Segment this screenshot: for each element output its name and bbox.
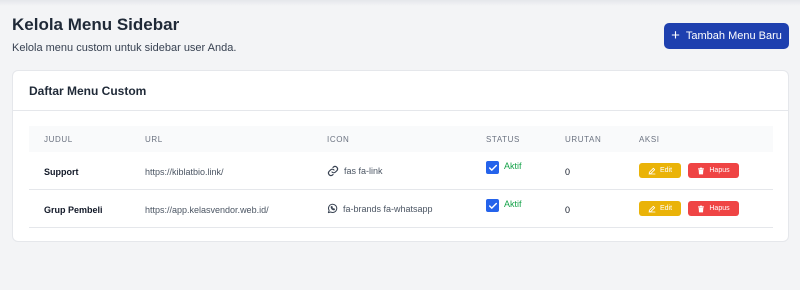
trash-icon	[698, 205, 705, 212]
cell-judul: Support	[44, 167, 79, 177]
delete-button[interactable]: Hapus	[688, 163, 739, 178]
top-shadow	[0, 0, 800, 6]
status-label: Aktif	[504, 199, 522, 209]
cell-url: https://app.kelasvendor.web.id/	[145, 205, 269, 215]
delete-button-label: Hapus	[709, 167, 730, 174]
link-icon	[327, 165, 339, 177]
status-checkbox[interactable]	[486, 199, 499, 212]
column-header-aksi: AKSI	[639, 135, 660, 144]
cell-judul: Grup Pembeli	[44, 205, 103, 215]
icon-class-text: fas fa-link	[344, 166, 383, 176]
edit-button-label: Edit	[659, 167, 673, 174]
check-icon	[488, 164, 497, 171]
cell-actions: Edit Hapus	[639, 201, 739, 216]
column-header-urutan: URUTAN	[565, 135, 602, 144]
page-subtitle: Kelola menu custom untuk sidebar user An…	[12, 42, 237, 54]
cell-actions: Edit Hapus	[639, 163, 739, 178]
icon-class-text: fa-brands fa-whatsapp	[343, 203, 433, 214]
plus-icon: +	[671, 27, 680, 44]
edit-button[interactable]: Edit	[639, 163, 681, 178]
cell-icon: fas fa-link	[327, 165, 383, 177]
column-header-status: STATUS	[486, 135, 520, 144]
cell-status: Aktif	[486, 199, 522, 212]
delete-button-label: Hapus	[709, 205, 730, 212]
page-title: Kelola Menu Sidebar	[12, 15, 180, 34]
table-row: Support https://kiblatbio.link/ fas fa-l…	[29, 152, 773, 190]
edit-button-label: Edit	[659, 205, 673, 212]
whatsapp-icon	[327, 203, 338, 214]
cell-urutan: 0	[565, 167, 571, 177]
cell-status: Aktif	[486, 161, 522, 174]
status-label: Aktif	[504, 161, 522, 171]
cell-icon: fa-brands fa-whatsapp	[327, 203, 433, 214]
column-header-judul: JUDUL	[44, 135, 73, 144]
add-menu-button[interactable]: + Tambah Menu Baru	[664, 23, 789, 49]
edit-icon	[648, 167, 656, 174]
table-row: Grup Pembeli https://app.kelasvendor.web…	[29, 190, 773, 228]
status-checkbox[interactable]	[486, 161, 499, 174]
card-title: Daftar Menu Custom	[13, 71, 788, 111]
edit-icon	[648, 205, 656, 212]
delete-button[interactable]: Hapus	[688, 201, 739, 216]
cell-urutan: 0	[565, 205, 571, 215]
menu-table: JUDUL URL ICON STATUS URUTAN AKSI Suppor…	[29, 126, 773, 228]
add-menu-button-label: Tambah Menu Baru	[685, 30, 782, 42]
trash-icon	[698, 167, 705, 174]
menu-list-card: Daftar Menu Custom JUDUL URL ICON STATUS…	[12, 70, 789, 242]
column-header-icon: ICON	[327, 135, 350, 144]
table-header: JUDUL URL ICON STATUS URUTAN AKSI	[29, 126, 773, 152]
check-icon	[488, 202, 497, 209]
edit-button[interactable]: Edit	[639, 201, 681, 216]
column-header-url: URL	[145, 135, 163, 144]
cell-url: https://kiblatbio.link/	[145, 167, 224, 177]
